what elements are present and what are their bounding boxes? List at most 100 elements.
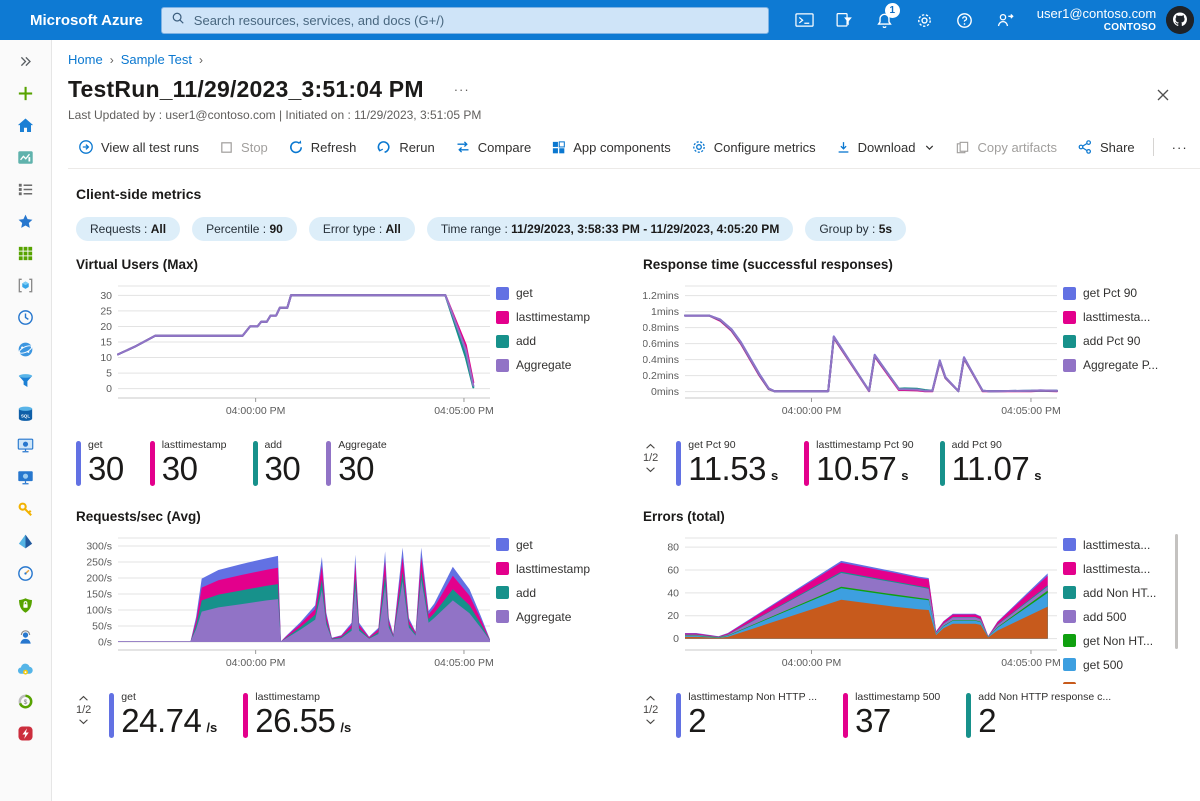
stat-color-bar: [676, 693, 681, 738]
toolbar-rerun-button[interactable]: Rerun: [366, 135, 444, 159]
sidebar-item-sql-database[interactable]: SQL: [0, 397, 52, 429]
sidebar-item-quickstart-cloud[interactable]: [0, 653, 52, 685]
toolbar-view-all-test-runs-button[interactable]: View all test runs: [68, 135, 209, 159]
sidebar-item-favorites-star[interactable]: [0, 205, 52, 237]
legend-item-get[interactable]: get: [496, 286, 614, 300]
sidebar-item-virtual-desktop[interactable]: [0, 461, 52, 493]
legend-item-get-500[interactable]: get 500: [1063, 658, 1181, 672]
account-info[interactable]: user1@contoso.com CONTOSO: [1037, 6, 1156, 34]
toolbar-refresh-button[interactable]: Refresh: [278, 135, 367, 159]
help-icon[interactable]: [945, 0, 985, 40]
global-search[interactable]: [161, 7, 769, 34]
toolbar-download-button[interactable]: Download: [826, 136, 946, 159]
svg-text:04:05:00 PM: 04:05:00 PM: [1001, 405, 1061, 417]
legend-scrollbar[interactable]: [1175, 534, 1178, 649]
legend-item-get[interactable]: get: [496, 538, 614, 552]
toolbar-button-label: Configure metrics: [714, 140, 816, 155]
toolbar-configure-metrics-button[interactable]: Configure metrics: [681, 135, 826, 159]
notifications-bell-icon[interactable]: 1: [865, 0, 905, 40]
command-bar: View all test runs Stop Refresh Rerun Co…: [68, 135, 1200, 169]
pager-chevron-up-icon[interactable]: [77, 694, 90, 703]
chart-response-time: Response time (successful responses) 0mi…: [643, 257, 1184, 487]
pager-chevron-up-icon[interactable]: [644, 694, 657, 703]
sidebar-item-create-resource[interactable]: [0, 77, 52, 109]
legend-item-lasttimesta[interactable]: lasttimesta...: [1063, 562, 1181, 576]
sidebar-item-support-person[interactable]: [0, 621, 52, 653]
legend-item-add[interactable]: add: [496, 586, 614, 600]
breadcrumb-sample-test[interactable]: Sample Test: [121, 52, 192, 67]
sidebar-item-virtual-machine[interactable]: [0, 429, 52, 461]
legend-swatch-icon: [496, 610, 509, 623]
legend-item-get-non-ht[interactable]: get Non HT...: [1063, 634, 1181, 648]
sidebar-item-cosmos-db[interactable]: [0, 333, 52, 365]
sidebar-item-dashboard[interactable]: [0, 141, 52, 173]
stat-aggregate: Aggregate 30: [326, 439, 386, 487]
sidebar-item-advisor-gauge[interactable]: [0, 557, 52, 589]
legend-item-aggregate[interactable]: Aggregate: [496, 358, 614, 372]
azure-brand[interactable]: Microsoft Azure: [30, 12, 143, 29]
sidebar-item-entra-id[interactable]: [0, 525, 52, 557]
legend-item-aggregate[interactable]: Aggregate: [1063, 682, 1181, 684]
filter-error-type[interactable]: Error type : All: [309, 217, 415, 241]
sidebar-item-recent-clock[interactable]: [0, 301, 52, 333]
sidebar-item-home[interactable]: [0, 109, 52, 141]
legend-item-add-500[interactable]: add 500: [1063, 610, 1181, 624]
stat-color-bar: [243, 693, 248, 738]
response-time-plot: 0mins0.2mins0.4mins0.6mins0.8mins1mins1.…: [643, 280, 1063, 430]
toolbar-share-button[interactable]: Share: [1067, 135, 1145, 159]
sidebar-item-resource-groups[interactable]: [0, 269, 52, 301]
filter-time-range[interactable]: Time range : 11/29/2023, 3:58:33 PM - 11…: [427, 217, 793, 241]
pager-chevron-up-icon[interactable]: [644, 442, 657, 451]
pager-chevron-down-icon[interactable]: [644, 465, 657, 474]
legend-item-get-pct-90[interactable]: get Pct 90: [1063, 286, 1181, 300]
legend-item-add-pct-90[interactable]: add Pct 90: [1063, 334, 1181, 348]
legend-item-lasttimesta[interactable]: lasttimesta...: [1063, 538, 1181, 552]
compare-icon: [455, 139, 471, 155]
legend-swatch-icon: [1063, 562, 1076, 575]
sidebar-item-collapse-chevron[interactable]: [0, 45, 52, 77]
avatar[interactable]: [1166, 6, 1194, 34]
legend-swatch-icon: [496, 287, 509, 300]
breadcrumb-home[interactable]: Home: [68, 52, 103, 67]
toolbar-compare-button[interactable]: Compare: [445, 135, 541, 159]
filter-percentile[interactable]: Percentile : 90: [192, 217, 297, 241]
sidebar-item-all-resources-grid[interactable]: [0, 237, 52, 269]
feedback-icon[interactable]: [985, 0, 1025, 40]
legend-item-lasttimestamp[interactable]: lasttimestamp: [496, 562, 614, 576]
legend-swatch-icon: [496, 586, 509, 599]
notification-badge: 1: [885, 3, 900, 18]
toolbar-app-components-button[interactable]: App components: [541, 136, 681, 159]
cloudshell-icon[interactable]: [785, 0, 825, 40]
legend-item-lasttimesta[interactable]: lasttimesta...: [1063, 310, 1181, 324]
legend-item-add[interactable]: add: [496, 334, 614, 348]
filter-group-by[interactable]: Group by : 5s: [805, 217, 906, 241]
sidebar-item-cost-management[interactable]: $: [0, 685, 52, 717]
close-icon[interactable]: [1152, 84, 1174, 109]
legend-item-aggregate[interactable]: Aggregate: [496, 610, 614, 624]
search-input[interactable]: [192, 12, 759, 29]
legend-item-add-non-ht[interactable]: add Non HT...: [1063, 586, 1181, 600]
pager-chevron-down-icon[interactable]: [77, 717, 90, 726]
legend-item-aggregate-p[interactable]: Aggregate P...: [1063, 358, 1181, 372]
toolbar-button-label: View all test runs: [101, 140, 199, 155]
legend-item-lasttimestamp[interactable]: lasttimestamp: [496, 310, 614, 324]
title-more-icon[interactable]: ···: [448, 81, 476, 98]
directory-filter-icon[interactable]: [825, 0, 865, 40]
toolbar-overflow-button[interactable]: ···: [1162, 136, 1198, 159]
sidebar-item-key-vault[interactable]: [0, 493, 52, 525]
sidebar-item-resource-health[interactable]: [0, 717, 52, 749]
account-tenant: CONTOSO: [1037, 22, 1156, 34]
sidebar-item-defender-shield[interactable]: [0, 589, 52, 621]
stat-label: get: [121, 691, 217, 703]
toolbar-stop-button[interactable]: Stop: [209, 136, 278, 159]
pager-chevron-down-icon[interactable]: [644, 717, 657, 726]
chart-title: Errors (total): [643, 509, 1184, 524]
settings-gear-icon[interactable]: [905, 0, 945, 40]
svg-text:15: 15: [100, 337, 112, 349]
stat-color-bar: [940, 441, 945, 486]
toolbar-copy-artifacts-button[interactable]: Copy artifacts: [945, 136, 1066, 159]
sidebar-item-all-services[interactable]: [0, 173, 52, 205]
sidebar-item-data-explorer[interactable]: [0, 365, 52, 397]
legend-swatch-icon: [496, 562, 509, 575]
filter-requests[interactable]: Requests : All: [76, 217, 180, 241]
